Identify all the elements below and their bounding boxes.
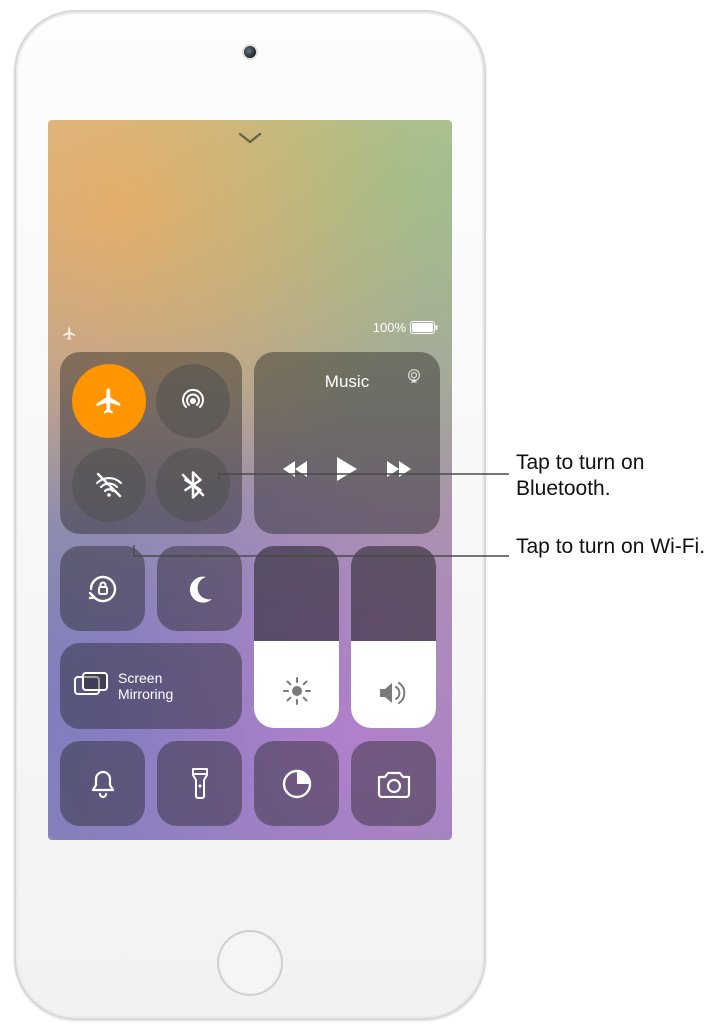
- callout-bluetooth: Tap to turn on Bluetooth.: [516, 450, 721, 503]
- brightness-icon: [282, 676, 312, 706]
- volume-icon: [378, 680, 410, 706]
- callout-leader-lines: [0, 0, 721, 1032]
- callout-wifi: Tap to turn on Wi-Fi.: [516, 534, 705, 560]
